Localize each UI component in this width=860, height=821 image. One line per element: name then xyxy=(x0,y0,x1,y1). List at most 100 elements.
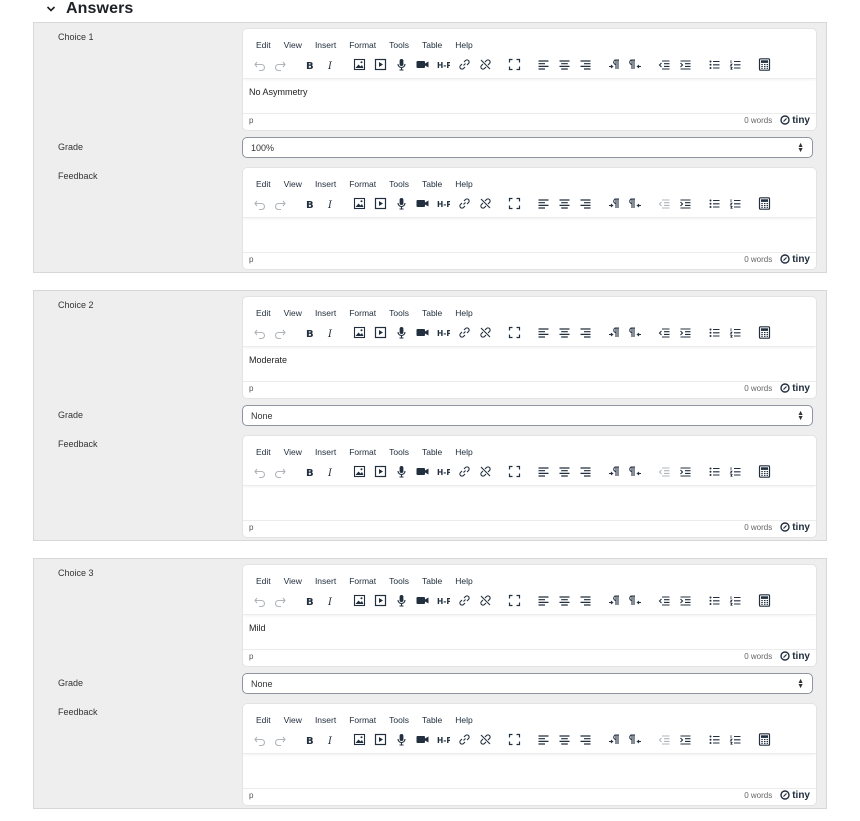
unlink-button[interactable] xyxy=(475,194,496,214)
word-count[interactable]: 0 words xyxy=(744,523,772,532)
italic-button[interactable]: I xyxy=(320,730,341,750)
h5p-button[interactable]: H-P xyxy=(433,462,454,482)
unlink-button[interactable] xyxy=(475,462,496,482)
undo-button[interactable] xyxy=(249,730,270,750)
menu-item-tools[interactable]: Tools xyxy=(382,307,415,319)
indent-button[interactable] xyxy=(675,462,696,482)
image-button[interactable] xyxy=(349,462,370,482)
link-button[interactable] xyxy=(454,730,475,750)
align-center-button[interactable] xyxy=(554,194,575,214)
element-path[interactable]: p xyxy=(249,116,744,125)
redo-button[interactable] xyxy=(270,323,291,343)
align-left-button[interactable] xyxy=(533,462,554,482)
answers-section-header[interactable]: Answers xyxy=(46,0,133,18)
outdent-button[interactable] xyxy=(654,55,675,75)
outdent-button[interactable] xyxy=(654,730,675,750)
align-center-button[interactable] xyxy=(554,591,575,611)
media-button[interactable] xyxy=(370,323,391,343)
media-button[interactable] xyxy=(370,194,391,214)
menu-item-help[interactable]: Help xyxy=(448,446,478,458)
menu-item-edit[interactable]: Edit xyxy=(249,39,277,51)
numbered-list-button[interactable] xyxy=(725,462,746,482)
fullscreen-button[interactable] xyxy=(504,194,525,214)
indent-button[interactable] xyxy=(675,591,696,611)
align-right-button[interactable] xyxy=(575,55,596,75)
fullscreen-button[interactable] xyxy=(504,730,525,750)
bullet-list-button[interactable] xyxy=(704,323,725,343)
fullscreen-button[interactable] xyxy=(504,323,525,343)
record-video-button[interactable] xyxy=(412,323,433,343)
bold-button[interactable]: B xyxy=(299,462,320,482)
align-right-button[interactable] xyxy=(575,462,596,482)
answer-editor[interactable]: EditViewInsertFormatToolsTableHelp B I H-P N… xyxy=(242,28,817,131)
answer-editor[interactable]: EditViewInsertFormatToolsTableHelp B I H-P M… xyxy=(242,296,817,399)
menu-item-edit[interactable]: Edit xyxy=(249,178,277,190)
menu-item-help[interactable]: Help xyxy=(448,39,478,51)
menu-item-help[interactable]: Help xyxy=(448,575,478,587)
tiny-brand[interactable]: tiny xyxy=(780,790,810,801)
menu-item-insert[interactable]: Insert xyxy=(308,446,342,458)
tiny-brand[interactable]: tiny xyxy=(780,254,810,265)
rtl-button[interactable] xyxy=(625,730,646,750)
editor-content[interactable] xyxy=(243,218,816,252)
answer-editor[interactable]: EditViewInsertFormatToolsTableHelp B I H-P M… xyxy=(242,564,817,667)
ltr-button[interactable] xyxy=(604,194,625,214)
menu-item-insert[interactable]: Insert xyxy=(308,714,342,726)
indent-button[interactable] xyxy=(675,194,696,214)
numbered-list-button[interactable] xyxy=(725,591,746,611)
rtl-button[interactable] xyxy=(625,55,646,75)
menu-item-insert[interactable]: Insert xyxy=(308,178,342,190)
align-center-button[interactable] xyxy=(554,323,575,343)
menu-item-edit[interactable]: Edit xyxy=(249,307,277,319)
italic-button[interactable]: I xyxy=(320,323,341,343)
word-count[interactable]: 0 words xyxy=(744,255,772,264)
bold-button[interactable]: B xyxy=(299,730,320,750)
menu-item-edit[interactable]: Edit xyxy=(249,446,277,458)
outdent-button[interactable] xyxy=(654,194,675,214)
chevron-down-icon[interactable] xyxy=(46,4,56,14)
equation-button[interactable] xyxy=(754,194,775,214)
align-left-button[interactable] xyxy=(533,55,554,75)
outdent-button[interactable] xyxy=(654,462,675,482)
bold-button[interactable]: B xyxy=(299,323,320,343)
outdent-button[interactable] xyxy=(654,591,675,611)
redo-button[interactable] xyxy=(270,194,291,214)
menu-item-insert[interactable]: Insert xyxy=(308,307,342,319)
editor-content[interactable]: Moderate xyxy=(243,347,816,381)
editor-content[interactable] xyxy=(243,754,816,788)
word-count[interactable]: 0 words xyxy=(744,116,772,125)
element-path[interactable]: p xyxy=(249,652,744,661)
element-path[interactable]: p xyxy=(249,384,744,393)
align-center-button[interactable] xyxy=(554,730,575,750)
menu-item-table[interactable]: Table xyxy=(415,307,448,319)
record-audio-button[interactable] xyxy=(391,55,412,75)
numbered-list-button[interactable] xyxy=(725,323,746,343)
equation-button[interactable] xyxy=(754,55,775,75)
element-path[interactable]: p xyxy=(249,791,744,800)
image-button[interactable] xyxy=(349,194,370,214)
record-audio-button[interactable] xyxy=(391,591,412,611)
menu-item-tools[interactable]: Tools xyxy=(382,178,415,190)
menu-item-format[interactable]: Format xyxy=(342,307,382,319)
menu-item-format[interactable]: Format xyxy=(342,714,382,726)
menu-item-table[interactable]: Table xyxy=(415,178,448,190)
ltr-button[interactable] xyxy=(604,591,625,611)
fullscreen-button[interactable] xyxy=(504,55,525,75)
word-count[interactable]: 0 words xyxy=(744,652,772,661)
numbered-list-button[interactable] xyxy=(725,730,746,750)
record-audio-button[interactable] xyxy=(391,194,412,214)
media-button[interactable] xyxy=(370,55,391,75)
menu-item-insert[interactable]: Insert xyxy=(308,575,342,587)
image-button[interactable] xyxy=(349,323,370,343)
unlink-button[interactable] xyxy=(475,55,496,75)
menu-item-view[interactable]: View xyxy=(277,178,308,190)
menu-item-view[interactable]: View xyxy=(277,446,308,458)
align-left-button[interactable] xyxy=(533,323,554,343)
link-button[interactable] xyxy=(454,55,475,75)
bullet-list-button[interactable] xyxy=(704,55,725,75)
menu-item-insert[interactable]: Insert xyxy=(308,39,342,51)
record-video-button[interactable] xyxy=(412,55,433,75)
rtl-button[interactable] xyxy=(625,323,646,343)
align-left-button[interactable] xyxy=(533,730,554,750)
h5p-button[interactable]: H-P xyxy=(433,194,454,214)
